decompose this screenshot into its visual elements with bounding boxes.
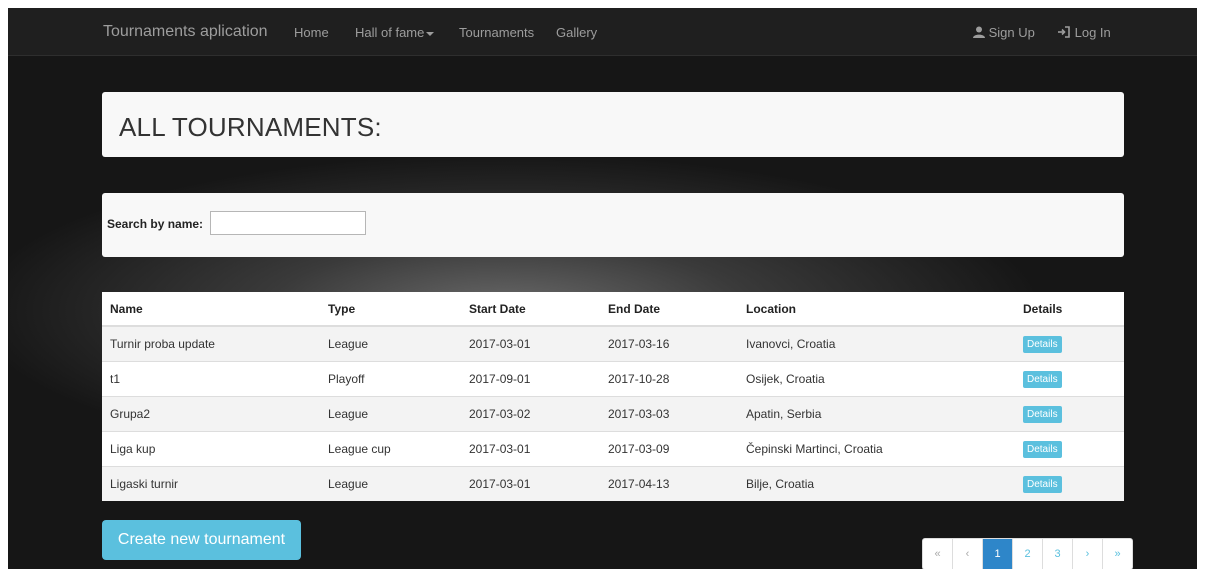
cell-details: Details	[1015, 431, 1124, 467]
user-icon	[973, 26, 985, 38]
page-next[interactable]: ›	[1073, 539, 1103, 569]
cell-type: League cup	[320, 431, 461, 467]
table-row: Grupa2 League 2017-03-02 2017-03-03 Apat…	[102, 396, 1124, 432]
page-title: ALL TOURNAMENTS:	[119, 112, 382, 142]
nav-home[interactable]: Home	[294, 25, 329, 40]
page-3[interactable]: 3	[1043, 539, 1073, 569]
column-header-name: Name	[102, 292, 320, 327]
cell-details: Details	[1015, 396, 1124, 432]
column-header-details: Details	[1015, 292, 1124, 327]
nav-hall-of-fame-label: Hall of fame	[355, 25, 425, 40]
search-input[interactable]	[210, 211, 366, 235]
page-last[interactable]: »	[1103, 539, 1132, 569]
tournaments-table: Name Type Start Date End Date Location D…	[102, 292, 1124, 501]
nav-hall-of-fame[interactable]: Hall of fame	[355, 25, 435, 40]
cell-end-date: 2017-03-16	[600, 325, 738, 362]
column-header-start-date: Start Date	[461, 292, 600, 327]
page-prev[interactable]: ‹	[953, 539, 983, 569]
cell-end-date: 2017-04-13	[600, 466, 738, 501]
cell-type: League	[320, 466, 461, 501]
cell-location: Bilje, Croatia	[738, 466, 1015, 501]
cell-details: Details	[1015, 466, 1124, 501]
table-row: t1 Playoff 2017-09-01 2017-10-28 Osijek,…	[102, 361, 1124, 397]
cell-type: League	[320, 325, 461, 362]
cell-start-date: 2017-03-01	[461, 431, 600, 467]
cell-end-date: 2017-10-28	[600, 361, 738, 397]
cell-location: Osijek, Croatia	[738, 361, 1015, 397]
page-2[interactable]: 2	[1013, 539, 1043, 569]
details-button[interactable]: Details	[1023, 370, 1062, 388]
table-header-row: Name Type Start Date End Date Location D…	[102, 292, 1124, 327]
cell-type: Playoff	[320, 361, 461, 397]
cell-details: Details	[1015, 325, 1124, 362]
details-button[interactable]: Details	[1023, 335, 1062, 353]
navbar: Tournaments aplication Home Hall of fame…	[8, 8, 1197, 56]
caret-down-icon	[426, 31, 435, 36]
cell-details: Details	[1015, 361, 1124, 397]
details-button[interactable]: Details	[1023, 440, 1062, 458]
search-panel: Search by name:	[102, 193, 1124, 257]
pagination: « ‹ 1 2 3 › »	[922, 538, 1133, 569]
cell-name: Liga kup	[102, 431, 320, 467]
details-button[interactable]: Details	[1023, 405, 1062, 423]
column-header-type: Type	[320, 292, 461, 327]
column-header-end-date: End Date	[600, 292, 738, 327]
sign-up-link[interactable]: Sign Up	[973, 25, 1035, 40]
log-in-label: Log In	[1074, 25, 1111, 40]
table-row: Turnir proba update League 2017-03-01 20…	[102, 325, 1124, 362]
create-tournament-button[interactable]: Create new tournament	[102, 520, 301, 560]
cell-start-date: 2017-03-02	[461, 396, 600, 432]
page-frame: Tournaments aplication Home Hall of fame…	[8, 8, 1197, 569]
table-row: Ligaski turnir League 2017-03-01 2017-04…	[102, 466, 1124, 501]
nav-gallery[interactable]: Gallery	[556, 25, 597, 40]
brand-link[interactable]: Tournaments aplication	[103, 23, 268, 41]
cell-name: t1	[102, 361, 320, 397]
cell-location: Ivanovci, Croatia	[738, 325, 1015, 362]
cell-start-date: 2017-03-01	[461, 325, 600, 362]
cell-start-date: 2017-03-01	[461, 466, 600, 501]
page-first[interactable]: «	[923, 539, 953, 569]
cell-name: Grupa2	[102, 396, 320, 432]
login-icon	[1058, 26, 1070, 38]
nav-tournaments[interactable]: Tournaments	[459, 25, 534, 40]
log-in-link[interactable]: Log In	[1058, 25, 1111, 40]
details-button[interactable]: Details	[1023, 475, 1062, 493]
cell-end-date: 2017-03-09	[600, 431, 738, 467]
cell-location: Apatin, Serbia	[738, 396, 1015, 432]
page-1[interactable]: 1	[983, 539, 1013, 569]
column-header-location: Location	[738, 292, 1015, 327]
cell-name: Turnir proba update	[102, 325, 320, 362]
cell-type: League	[320, 396, 461, 432]
cell-start-date: 2017-09-01	[461, 361, 600, 397]
cell-location: Čepinski Martinci, Croatia	[738, 431, 1015, 467]
title-panel: ALL TOURNAMENTS:	[102, 92, 1124, 157]
cell-end-date: 2017-03-03	[600, 396, 738, 432]
sign-up-label: Sign Up	[988, 25, 1035, 40]
search-label: Search by name:	[107, 217, 204, 231]
table-row: Liga kup League cup 2017-03-01 2017-03-0…	[102, 431, 1124, 467]
cell-name: Ligaski turnir	[102, 466, 320, 501]
